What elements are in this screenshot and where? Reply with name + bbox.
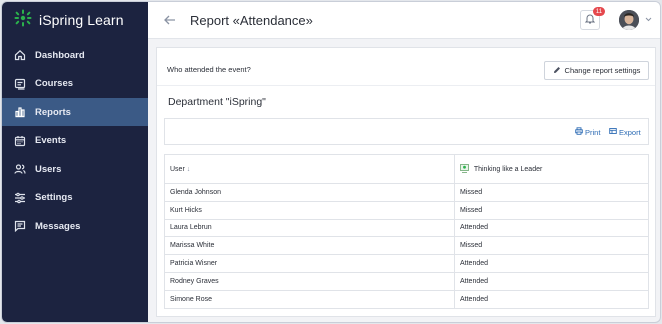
event-icon — [460, 163, 469, 175]
page-title: Report «Attendance» — [190, 12, 313, 28]
sidebar-item-reports[interactable]: Reports — [2, 98, 148, 126]
question-row: Who attended the event? Change report se… — [157, 48, 655, 86]
table-row: Simone Rose Attended — [164, 289, 649, 309]
user-name-cell: Glenda Johnson — [164, 183, 455, 202]
users-icon — [13, 163, 26, 176]
user-name-cell: Patricia Wisner — [164, 254, 455, 273]
brand[interactable]: iSpring Learn — [2, 2, 148, 38]
app-window: iSpring Learn Dashboard Courses Reports — [1, 1, 661, 323]
sidebar-item-label: Reports — [35, 106, 71, 118]
table-row: Laura Lebrun Attended — [164, 218, 649, 238]
sidebar-item-label: Users — [35, 163, 62, 175]
brand-name: iSpring Learn — [39, 12, 124, 28]
attendance-status-cell: Attended — [454, 254, 649, 273]
column-header-event: Thinking like a Leader — [454, 154, 649, 184]
column-header-user[interactable]: User ↓ — [164, 154, 455, 184]
sidebar-item-label: Settings — [35, 192, 73, 203]
user-name-cell: Laura Lebrun — [164, 218, 455, 238]
sidebar-item-users[interactable]: Users — [2, 155, 148, 183]
reports-icon — [13, 106, 26, 119]
report-question: Who attended the event? — [167, 65, 251, 74]
department-title: Department "iSpring" — [168, 96, 266, 108]
report-toolbar: Print Export — [164, 118, 649, 145]
messages-icon — [13, 220, 26, 233]
table-row: Kurt Hicks Missed — [164, 200, 649, 220]
table-row: Rodney Graves Attended — [164, 271, 649, 291]
export-label: Export — [619, 127, 641, 137]
courses-icon — [13, 77, 26, 90]
attendance-status-cell: Missed — [454, 183, 649, 202]
change-report-settings-label: Change report settings — [564, 66, 641, 75]
sidebar-item-dashboard[interactable]: Dashboard — [2, 41, 148, 69]
sidebar-item-label: Events — [35, 135, 67, 146]
sidebar-item-courses[interactable]: Courses — [2, 70, 148, 98]
export-link[interactable]: Export — [609, 127, 641, 137]
export-icon — [609, 127, 617, 137]
sidebar-item-label: Messages — [35, 220, 81, 232]
back-arrow-icon[interactable] — [164, 12, 180, 28]
pencil-icon — [553, 66, 561, 76]
sidebar-item-messages[interactable]: Messages — [2, 212, 148, 240]
sidebar: iSpring Learn Dashboard Courses Reports — [2, 2, 148, 322]
chevron-down-icon[interactable] — [645, 15, 652, 24]
calendar-icon — [13, 134, 26, 147]
sidebar-item-label: Dashboard — [35, 49, 85, 61]
print-link[interactable]: Print — [575, 127, 600, 137]
attendance-status-cell: Attended — [454, 218, 649, 238]
sliders-icon — [13, 191, 26, 204]
column-header-label: Thinking like a Leader — [473, 165, 543, 173]
home-icon — [13, 49, 26, 62]
user-name-cell: Marissa White — [164, 236, 455, 256]
sidebar-nav: Dashboard Courses Reports Events Users S… — [2, 41, 148, 240]
attendance-table: User ↓ Thinking like a Leader Glenda John… — [164, 154, 649, 309]
sort-down-arrow-icon: ↓ — [186, 165, 191, 173]
ispring-logo-icon — [14, 9, 32, 32]
notification-count-badge: 11 — [593, 7, 605, 16]
print-label: Print — [585, 127, 601, 137]
change-report-settings-button[interactable]: Change report settings — [544, 61, 649, 80]
table-row: Patricia Wisner Attended — [164, 254, 649, 273]
notifications-button[interactable]: 11 — [580, 7, 605, 30]
report-panel: Who attended the event? Change report se… — [156, 47, 656, 317]
user-name-cell: Kurt Hicks — [164, 200, 455, 220]
avatar[interactable] — [619, 10, 639, 30]
attendance-status-cell: Missed — [454, 236, 649, 256]
table-row: Glenda Johnson Missed — [164, 183, 649, 202]
column-header-label: User — [170, 165, 185, 173]
main-area: Report «Attendance» 11 Who attended the … — [148, 2, 660, 322]
table-header-row: User ↓ Thinking like a Leader — [164, 154, 649, 184]
user-name-cell: Simone Rose — [164, 289, 455, 309]
sidebar-item-label: Courses — [35, 78, 74, 89]
attendance-status-cell: Missed — [454, 200, 649, 220]
attendance-status-cell: Attended — [454, 289, 649, 309]
sidebar-item-settings[interactable]: Settings — [2, 184, 148, 212]
printer-icon — [575, 127, 583, 137]
attendance-status-cell: Attended — [454, 271, 649, 291]
table-row: Marissa White Missed — [164, 236, 649, 256]
sidebar-item-events[interactable]: Events — [2, 127, 148, 155]
user-name-cell: Rodney Graves — [164, 271, 455, 291]
